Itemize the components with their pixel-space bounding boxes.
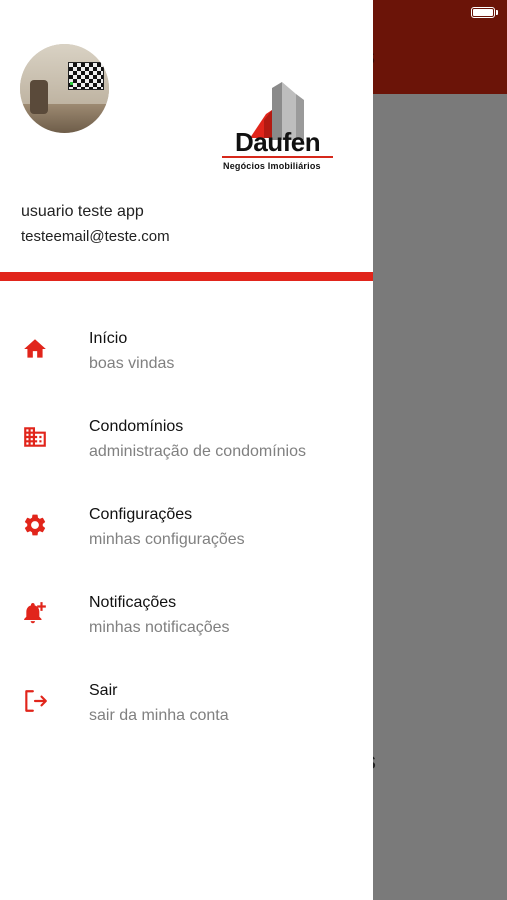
menu-item-sair[interactable]: Sair sair da minha conta bbox=[0, 682, 373, 762]
menu-item-subtitle: boas vindas bbox=[89, 355, 175, 372]
menu-item-condominios[interactable]: Condomínios administração de condomínios bbox=[0, 418, 373, 498]
logo-tagline: Negócios Imobiliários bbox=[223, 161, 321, 171]
bell-plus-icon bbox=[22, 600, 48, 626]
user-name: usuario teste app bbox=[21, 203, 144, 220]
home-icon bbox=[22, 336, 48, 362]
menu-item-title: Início bbox=[89, 330, 128, 347]
battery-icon bbox=[471, 7, 495, 18]
user-email: testeemail@teste.com bbox=[21, 228, 170, 245]
menu-item-title: Sair bbox=[89, 682, 118, 699]
logout-icon bbox=[22, 688, 48, 714]
menu-item-subtitle: minhas configurações bbox=[89, 531, 245, 548]
menu-item-title: Configurações bbox=[89, 506, 193, 523]
menu-item-subtitle: administração de condomínios bbox=[89, 443, 307, 460]
menu-item-title: Notificações bbox=[89, 594, 177, 611]
navigation-drawer: Daufen Negócios Imobiliários usuario tes… bbox=[0, 0, 373, 900]
menu-item-title: Condomínios bbox=[89, 418, 184, 435]
logo-wordmark: Daufen bbox=[235, 127, 321, 157]
battery-tip bbox=[496, 10, 498, 15]
company-logo: Daufen Negócios Imobiliários bbox=[220, 80, 335, 175]
gear-icon bbox=[22, 512, 48, 538]
menu-item-subtitle: minhas notificações bbox=[89, 619, 230, 636]
menu-item-subtitle: sair da minha conta bbox=[89, 707, 229, 724]
building-icon bbox=[22, 424, 48, 450]
header-divider bbox=[0, 272, 373, 281]
user-avatar[interactable] bbox=[20, 44, 109, 133]
menu-item-inicio[interactable]: Início boas vindas bbox=[0, 330, 373, 410]
menu-item-notificacoes[interactable]: Notificações minhas notificações bbox=[0, 594, 373, 674]
menu-item-configuracoes[interactable]: Configurações minhas configurações bbox=[0, 506, 373, 586]
